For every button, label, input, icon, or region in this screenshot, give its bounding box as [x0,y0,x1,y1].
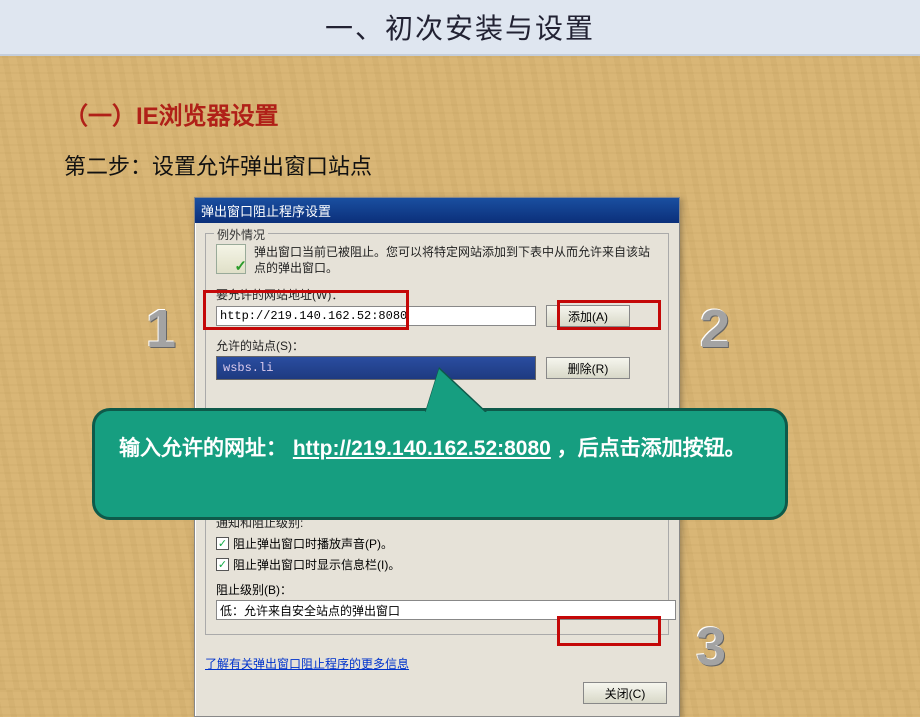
allowed-sites-list[interactable]: wsbs.li [216,356,536,380]
add-button[interactable]: 添加(A) [546,305,630,327]
callout-url: http://219.140.162.52:8080 [293,437,551,460]
checkbox-sound-label: 阻止弹出窗口时播放声音(P)。 [233,535,393,552]
remove-button[interactable]: 删除(R) [546,357,630,379]
address-input[interactable] [216,306,536,326]
address-label: 要允许的网站地址(W)： [216,286,658,303]
marker-number-2: 2 [700,298,730,360]
block-level-label: 阻止级别(B)： [216,581,658,598]
slide-title: 一、初次安装与设置 [325,7,595,47]
checkbox-infobar-row[interactable]: ✓ 阻止弹出窗口时显示信息栏(I)。 [216,556,658,573]
checkbox-icon: ✓ [216,558,229,571]
allowed-label: 允许的站点(S)： [216,337,658,354]
instruction-callout: 输入允许的网址： http://219.140.162.52:8080 ，后点击… [92,408,788,520]
step-text: 第二步：设置允许弹出窗口站点 [64,149,856,181]
checkbox-icon: ✓ [216,537,229,550]
checkbox-infobar-label: 阻止弹出窗口时显示信息栏(I)。 [233,556,400,573]
close-button[interactable]: 关闭(C) [583,682,667,704]
exceptions-legend: 例外情况 [214,226,268,243]
marker-number-1: 1 [146,298,176,360]
callout-suffix: ，后点击添加按钮。 [557,437,746,460]
dialog-description: 弹出窗口当前已被阻止。您可以将特定网站添加到下表中从而允许来自该站点的弹出窗口。 [254,244,658,276]
callout-pointer-icon [425,369,487,414]
learn-more-link[interactable]: 了解有关弹出窗口阻止程序的更多信息 [195,645,419,682]
dialog-titlebar: 弹出窗口阻止程序设置 [195,198,679,223]
checkbox-sound-row[interactable]: ✓ 阻止弹出窗口时播放声音(P)。 [216,535,658,552]
marker-number-3: 3 [696,616,726,678]
section-heading: （一）IE浏览器设置 [64,96,856,131]
slide-title-bar: 一、初次安装与设置 [0,0,920,56]
block-level-select[interactable] [216,600,676,620]
info-icon [216,244,246,274]
callout-prefix: 输入允许的网址： [119,437,293,460]
